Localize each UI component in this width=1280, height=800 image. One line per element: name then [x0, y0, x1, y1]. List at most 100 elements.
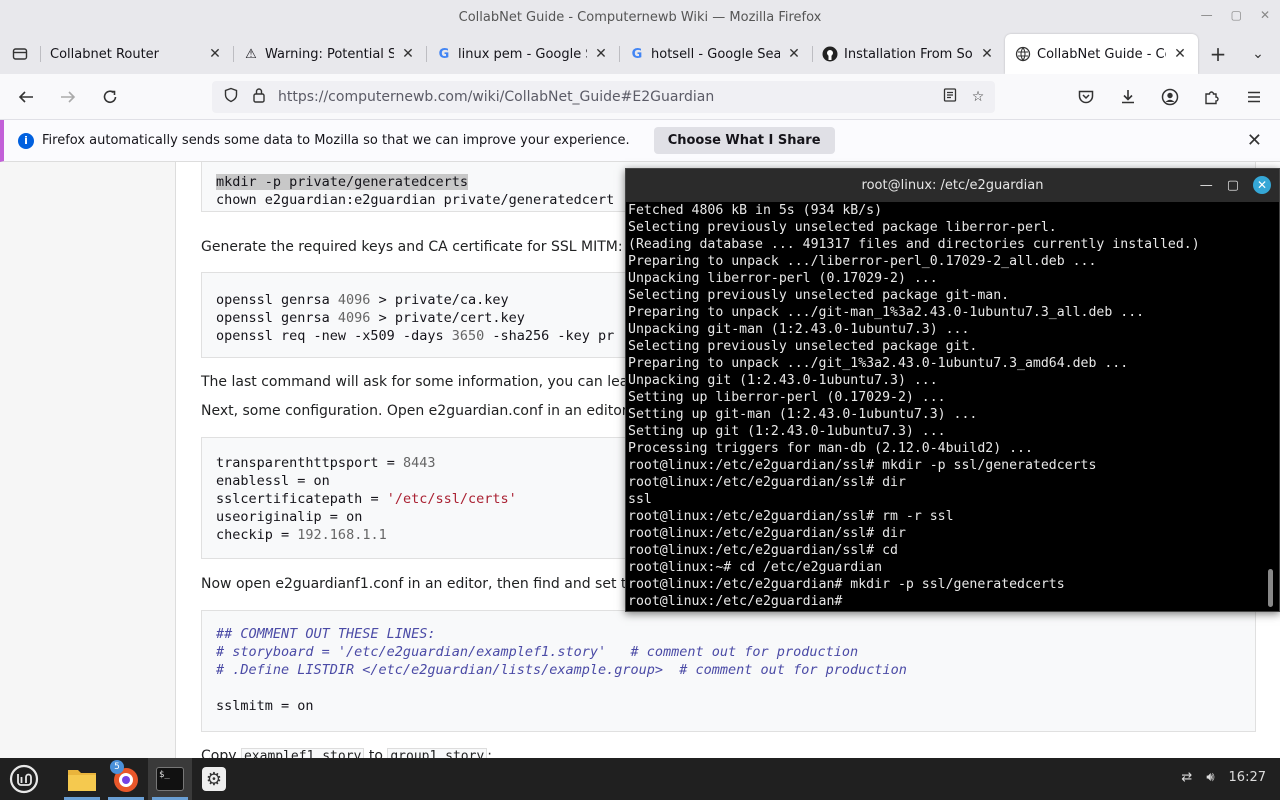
terminal-icon: $_ — [156, 767, 184, 791]
terminal-launcher[interactable]: $_ — [148, 758, 192, 800]
maximize-icon[interactable]: ▢ — [1231, 8, 1242, 22]
terminal-line: Preparing to unpack .../git-man_1%3a2.43… — [628, 305, 1145, 320]
taskbar: 5 $_ ⚙ ⇄ 🔊︎ 16:27 — [0, 758, 1280, 800]
terminal-window-controls: — ▢ ✕ — [1200, 176, 1271, 194]
maximize-icon[interactable]: ▢ — [1227, 178, 1239, 193]
window-controls: — ▢ ✕ — [1201, 8, 1270, 22]
tab-collabnet-router[interactable]: Collabnet Router ✕ — [40, 34, 233, 74]
start-menu-button[interactable] — [2, 758, 46, 800]
terminal-line: Fetched 4806 kB in 5s (934 kB/s) — [628, 203, 883, 218]
tab-close-icon[interactable]: ✕ — [786, 46, 802, 62]
url-bar[interactable]: https://computernewb.com/wiki/CollabNet_… — [212, 81, 995, 113]
window-titlebar: CollabNet Guide - Computernewb Wiki — Mo… — [0, 0, 1280, 34]
account-button[interactable] — [1152, 81, 1188, 113]
chevron-down-icon[interactable]: ⌄ — [1238, 46, 1278, 62]
network-icon[interactable]: ⇄ — [1181, 770, 1192, 785]
tab-installation[interactable]: Installation From Sourc ✕ — [812, 34, 1005, 74]
tab-linux-pem[interactable]: G linux pem - Google Sea ✕ — [426, 34, 619, 74]
notification-message: Firefox automatically sends some data to… — [42, 133, 630, 148]
tab-close-icon[interactable]: ✕ — [400, 46, 416, 62]
paragraph: Copy examplef1.story to group1.story: — [201, 748, 492, 758]
choose-what-i-share-button[interactable]: Choose What I Share — [653, 127, 835, 154]
terminal-line: root@linux:/etc/e2guardian/ssl# dir — [628, 475, 906, 490]
terminal-line: Unpacking liberror-perl (0.17029-2) ... — [628, 271, 938, 286]
terminal-line: root@linux:/etc/e2guardian# mkdir -p ssl… — [628, 577, 1065, 592]
reload-button[interactable] — [92, 81, 128, 113]
google-icon: G — [631, 46, 643, 62]
tab-label: CollabNet Guide - Com — [1037, 46, 1166, 62]
bookmark-star-icon[interactable]: ☆ — [969, 89, 987, 105]
tab-close-icon[interactable]: ✕ — [1172, 46, 1188, 62]
settings-launcher[interactable]: ⚙ — [192, 758, 236, 800]
tab-close-icon[interactable]: ✕ — [979, 46, 995, 62]
terminal-line: (Reading database ... 491317 files and d… — [628, 237, 1200, 252]
tab-label: Installation From Sourc — [844, 46, 973, 62]
volume-icon[interactable]: 🔊︎ — [1206, 770, 1214, 785]
notification-close-icon[interactable]: ✕ — [1247, 130, 1262, 151]
tab-collabnet-guide[interactable]: CollabNet Guide - Com ✕ — [1005, 34, 1198, 74]
minimize-icon[interactable]: — — [1201, 8, 1213, 22]
firefox-launcher[interactable]: 5 — [104, 758, 148, 800]
terminal-line: Unpacking git (1:2.43.0-1ubuntu7.3) ... — [628, 373, 938, 388]
code-line: checkip = 192.168.1.1 — [216, 527, 387, 543]
pocket-button[interactable] — [1068, 81, 1104, 113]
terminal-line: Selecting previously unselected package … — [628, 220, 1057, 235]
files-launcher[interactable] — [60, 758, 104, 800]
shield-icon[interactable] — [222, 87, 240, 107]
forward-button[interactable] — [50, 81, 86, 113]
terminal-line: root@linux:/etc/e2guardian/ssl# cd — [628, 543, 898, 558]
paragraph: Now open e2guardianf1.conf in an editor,… — [201, 576, 662, 592]
github-icon — [822, 46, 838, 62]
window-title: CollabNet Guide - Computernewb Wiki — Mo… — [458, 9, 822, 25]
lock-icon[interactable] — [250, 87, 268, 107]
hamburger-menu-icon — [1248, 91, 1260, 103]
terminal-titlebar[interactable]: root@linux: /etc/e2guardian — ▢ ✕ — [626, 169, 1279, 202]
reload-icon — [103, 89, 117, 103]
code-line: useoriginalip = on — [216, 509, 363, 525]
folder-icon — [68, 770, 96, 791]
tab-close-icon[interactable]: ✕ — [207, 46, 223, 62]
code-comment: # .Define LISTDIR </etc/e2guardian/lists… — [216, 662, 907, 678]
clock[interactable]: 16:27 — [1229, 770, 1266, 785]
tab-label: Collabnet Router — [50, 46, 160, 62]
terminal-prompt-line: root@linux:/etc/e2guardian# — [628, 594, 851, 609]
code-line: enablessl = on — [216, 473, 330, 489]
tab-bar: Collabnet Router ✕ ⚠ Warning: Potential … — [0, 34, 1280, 74]
reader-view-icon[interactable] — [941, 87, 959, 107]
warning-icon: ⚠ — [245, 46, 257, 62]
terminal-output[interactable]: Fetched 4806 kB in 5s (934 kB/s) Selectin… — [628, 202, 1264, 610]
terminal-scrollbar[interactable] — [1268, 569, 1273, 607]
close-icon[interactable]: ✕ — [1253, 176, 1271, 194]
url-text[interactable]: https://computernewb.com/wiki/CollabNet_… — [278, 89, 931, 105]
paragraph: The last command will ask for some infor… — [201, 374, 659, 390]
new-tab-button[interactable]: + — [1198, 42, 1238, 66]
code-line: mkdir -p private/generatedcerts — [216, 174, 468, 190]
list-all-tabs-button[interactable] — [0, 34, 40, 74]
back-button[interactable] — [8, 81, 44, 113]
arrow-left-icon — [18, 90, 33, 103]
google-icon: G — [438, 46, 450, 62]
code-block-e2guardianf1-conf: ## COMMENT OUT THESE LINES: # storyboard… — [201, 610, 1256, 732]
terminal-line: Preparing to unpack .../git_1%3a2.43.0-1… — [628, 356, 1129, 371]
app-menu-button[interactable] — [1236, 81, 1272, 113]
minimize-icon[interactable]: — — [1200, 178, 1213, 193]
close-icon[interactable]: ✕ — [1260, 8, 1270, 22]
pocket-icon — [1078, 90, 1094, 104]
code-line: sslmitm = on — [216, 698, 314, 714]
tab-hotsell[interactable]: G hotsell - Google Search ✕ — [619, 34, 812, 74]
terminal-title: root@linux: /etc/e2guardian — [861, 178, 1044, 193]
downloads-button[interactable] — [1110, 81, 1146, 113]
code-line: chown e2guardian:e2guardian private/gene… — [216, 192, 615, 208]
code-line: transparenthttpsport = 8443 — [216, 455, 436, 471]
terminal-line: Setting up git-man (1:2.43.0-1ubuntu7.3)… — [628, 407, 978, 422]
tab-close-icon[interactable]: ✕ — [593, 46, 609, 62]
code-line: sslcertificatepath = '/etc/ssl/certs' — [216, 491, 517, 507]
terminal-line: Processing triggers for man-db (2.12.0-4… — [628, 441, 1033, 456]
tab-warning[interactable]: ⚠ Warning: Potential Sec ✕ — [233, 34, 426, 74]
navigation-toolbar: https://computernewb.com/wiki/CollabNet_… — [0, 74, 1280, 120]
download-icon — [1122, 90, 1134, 104]
terminal-line: Selecting previously unselected package … — [628, 339, 978, 354]
inline-code: examplef1.story — [240, 748, 365, 758]
extensions-button[interactable] — [1194, 81, 1230, 113]
terminal-window[interactable]: root@linux: /etc/e2guardian — ▢ ✕ Fetche… — [625, 168, 1280, 612]
